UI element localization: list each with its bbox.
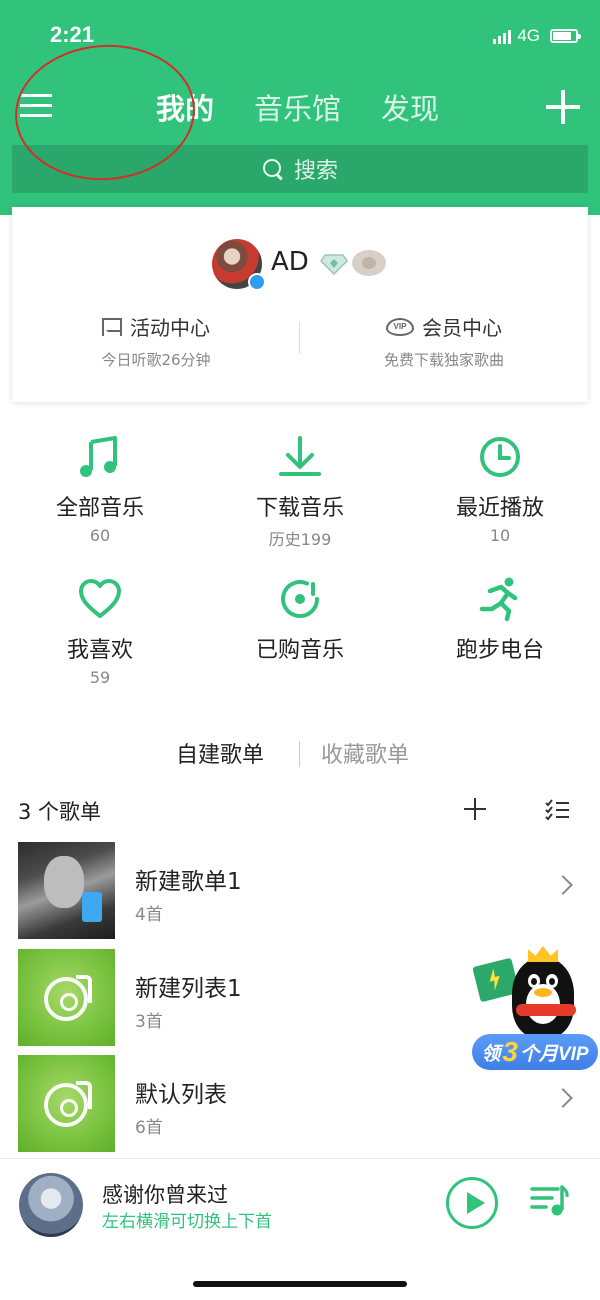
grid-label: 已购音乐 <box>255 638 344 663</box>
vip-icon: VIP <box>386 317 414 336</box>
list-item[interactable]: 新建歌单1 4首 <box>18 842 582 940</box>
grid-label: 最近播放 <box>455 496 544 521</box>
playlist-song-count: 4首 <box>135 905 163 925</box>
add-icon[interactable] <box>546 90 580 124</box>
play-button[interactable] <box>446 1177 498 1229</box>
flag-icon <box>102 317 122 336</box>
playlist-title: 新建歌单1 <box>135 869 242 895</box>
status-time: 2:21 <box>50 22 95 47</box>
chevron-right-icon <box>553 875 573 895</box>
vip-center-sub: 免费下载独家歌曲 <box>383 351 504 369</box>
add-playlist-icon[interactable] <box>464 798 486 820</box>
playlist-title: 默认列表 <box>135 1082 227 1108</box>
playlist-cover <box>18 949 115 1046</box>
grid-count: 历史199 <box>268 530 332 549</box>
tabs-divider <box>299 741 300 767</box>
grid-label: 全部音乐 <box>55 496 144 521</box>
grid-item-download[interactable]: 下载音乐 历史199 <box>200 434 400 550</box>
playlist-song-count: 6首 <box>135 1118 163 1138</box>
grid-label: 下载音乐 <box>255 496 344 521</box>
home-indicator[interactable] <box>193 1281 407 1287</box>
now-playing-title: 感谢你曾来过 <box>102 1183 228 1207</box>
playlist-queue-icon[interactable] <box>530 1183 570 1219</box>
network-type: 4G <box>517 26 540 45</box>
manage-list-icon[interactable] <box>544 798 570 822</box>
activity-center-button[interactable]: 活动中心 今日听歌26分钟 <box>12 312 300 370</box>
tab-mine[interactable]: 我的 <box>156 86 214 128</box>
chevron-right-icon <box>553 1088 573 1108</box>
grid-count: 59 <box>89 668 111 687</box>
level-badge-icon <box>352 250 386 276</box>
tab-discover[interactable]: 发现 <box>381 86 439 128</box>
activity-center-sub: 今日听歌26分钟 <box>101 351 211 369</box>
search-icon <box>262 158 284 180</box>
running-icon <box>479 577 518 622</box>
search-placeholder: 搜索 <box>293 159 338 184</box>
vip-center-button[interactable]: VIP 会员中心 免费下载独家歌曲 <box>300 312 588 370</box>
profile-card: AD 活动中心 今日听歌26分钟 VIP 会员中心 免费下载独家歌曲 <box>12 207 588 402</box>
playlist-tabs: 自建歌单 收藏歌单 <box>0 735 600 771</box>
search-input[interactable]: 搜索 <box>12 145 588 193</box>
app-header: 2:21 4G 我的 音乐馆 发现 搜索 <box>0 0 600 215</box>
grid-item-favorites[interactable]: 我喜欢 59 <box>0 576 200 687</box>
signal-icon <box>493 28 512 44</box>
verified-badge-icon <box>248 273 266 291</box>
playlist-cover <box>18 842 115 939</box>
music-note-icon <box>80 436 117 477</box>
menu-icon[interactable] <box>20 92 52 120</box>
username[interactable]: AD <box>271 247 309 277</box>
vip-promo-label: 领 3 个月VIP <box>472 1034 598 1070</box>
grid-label: 跑步电台 <box>455 638 544 663</box>
penguin-mascot-icon <box>512 946 576 1038</box>
grid-item-running[interactable]: 跑步电台 <box>400 576 600 664</box>
purchased-disc-icon <box>281 580 319 618</box>
playlist-title: 新建列表1 <box>135 976 242 1002</box>
now-playing-cover[interactable] <box>19 1173 83 1237</box>
activity-center-label: 活动中心 <box>130 316 210 340</box>
grid-count: 10 <box>489 526 511 545</box>
grid-label: 我喜欢 <box>66 638 133 663</box>
playlist-cover <box>18 1055 115 1152</box>
swipe-hint: 左右横滑可切换上下首 <box>102 1212 272 1232</box>
heart-icon <box>79 579 121 618</box>
mini-player[interactable]: 感谢你曾来过 左右横滑可切换上下首 <box>0 1158 600 1300</box>
playlist-list-header: 3 个歌单 <box>18 794 582 828</box>
tab-created-playlists[interactable]: 自建歌单 <box>176 737 264 769</box>
grid-item-purchased[interactable]: 已购音乐 <box>200 576 400 664</box>
tab-music-hall[interactable]: 音乐馆 <box>254 86 341 128</box>
vip-center-label: 会员中心 <box>422 316 502 340</box>
playlist-song-count: 3首 <box>135 1012 163 1032</box>
playlist-count: 3 个歌单 <box>18 800 102 824</box>
download-icon <box>279 436 321 476</box>
status-indicators: 4G <box>493 26 581 46</box>
battery-icon <box>550 29 581 43</box>
grid-count: 60 <box>89 526 111 545</box>
vip-promo-badge[interactable]: 领 3 个月VIP <box>472 946 600 1078</box>
clock-icon <box>480 437 520 477</box>
grid-item-all-music[interactable]: 全部音乐 60 <box>0 434 200 545</box>
diamond-icon <box>320 254 348 275</box>
grid-item-recent[interactable]: 最近播放 10 <box>400 434 600 545</box>
status-bar: 2:21 4G <box>0 0 600 70</box>
avatar[interactable] <box>212 239 266 291</box>
tab-collected-playlists[interactable]: 收藏歌单 <box>321 737 409 769</box>
